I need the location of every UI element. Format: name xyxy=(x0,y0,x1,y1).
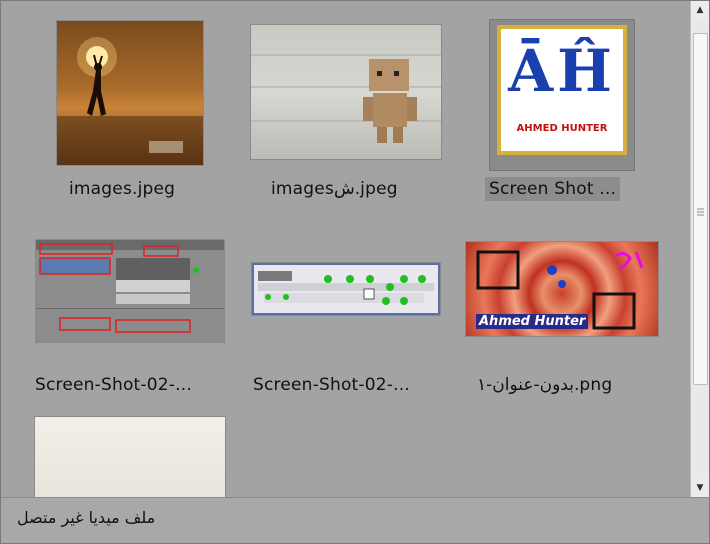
arrow-up-icon: ▲ xyxy=(696,5,704,15)
file-name: Screen-Shot-02-... xyxy=(253,375,410,395)
file-item[interactable]: Screen-Shot-02-... xyxy=(1,221,224,401)
status-bar: ملف ميديا غير متصل xyxy=(1,497,709,543)
file-item-selected[interactable]: ĀĤ AHMED HUNTER Screen Shot ... xyxy=(467,1,687,221)
scroll-up-button[interactable]: ▲ xyxy=(691,1,709,19)
screenshot-thumbnail xyxy=(36,240,224,342)
file-name: بدون-عنوان-١.png xyxy=(477,375,613,395)
logo-caption: AHMED HUNTER xyxy=(516,123,608,134)
file-name: images.jpeg xyxy=(69,179,176,199)
file-item[interactable]: imagesش.jpeg xyxy=(229,1,449,221)
logo-thumbnail: ĀĤ AHMED HUNTER xyxy=(497,25,627,155)
file-item[interactable] xyxy=(1,401,225,497)
document-thumbnail xyxy=(35,417,225,497)
file-name: Screen-Shot-02-... xyxy=(35,375,192,395)
file-name: imagesش.jpeg xyxy=(271,179,398,199)
thumbnail-grid: images.jpeg imagesش.jpeg ĀĤ AHMED HUNTER… xyxy=(1,1,691,497)
vertical-scrollbar[interactable]: ▲ ▼ xyxy=(690,1,709,497)
thumbnail: Ahmed Hunter xyxy=(465,241,659,337)
banner-thumbnail: Ahmed Hunter xyxy=(466,242,658,336)
scroll-down-button[interactable]: ▼ xyxy=(691,479,709,497)
logo-letters: ĀĤ xyxy=(508,37,616,105)
robot-photo-thumbnail xyxy=(251,25,441,159)
file-name: Screen Shot ... xyxy=(485,177,621,201)
media-browser-panel: images.jpeg imagesش.jpeg ĀĤ AHMED HUNTER… xyxy=(0,0,710,544)
thumbnail xyxy=(57,21,203,165)
sunset-photo-thumbnail xyxy=(57,21,203,165)
thumbnail xyxy=(35,239,225,343)
thumbnail xyxy=(35,417,225,497)
file-item[interactable]: images.jpeg xyxy=(1,1,221,221)
file-item[interactable]: Screen-Shot-02-... xyxy=(229,221,449,401)
toolbar-screenshot-thumbnail xyxy=(252,263,440,315)
status-text: ملف ميديا غير متصل xyxy=(17,508,156,527)
banner-text: Ahmed Hunter xyxy=(476,314,589,329)
file-item[interactable]: Ahmed Hunter بدون-عنوان-١.png xyxy=(457,221,677,401)
grip-icon xyxy=(697,208,704,217)
arrow-down-icon: ▼ xyxy=(696,483,704,493)
scrollbar-thumb[interactable] xyxy=(693,33,708,385)
thumbnail xyxy=(251,261,441,317)
thumbnail xyxy=(251,25,441,159)
thumbnail: ĀĤ AHMED HUNTER xyxy=(495,23,629,157)
